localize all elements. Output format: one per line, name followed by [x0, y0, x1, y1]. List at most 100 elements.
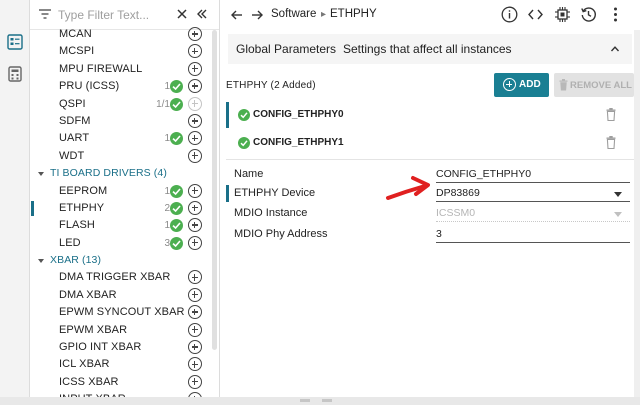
- checkmark-icon: [170, 80, 183, 94]
- filter-input[interactable]: [58, 6, 168, 24]
- horizontal-scrollbar[interactable]: [0, 397, 640, 405]
- history-icon[interactable]: [580, 6, 597, 23]
- tree-item-label: TI BOARD DRIVERS (4): [50, 167, 167, 180]
- add-circle-icon[interactable]: [188, 270, 202, 285]
- main-scrollbar[interactable]: [634, 30, 640, 397]
- top-bar: Software ▸ ETHPHY: [220, 0, 640, 30]
- checkmark-icon: [238, 109, 250, 121]
- select-value: ICSSM0: [436, 207, 476, 219]
- add-circle-icon[interactable]: [188, 322, 202, 337]
- back-arrow-icon[interactable]: [230, 8, 244, 22]
- forward-arrow-icon[interactable]: [250, 8, 264, 22]
- module-tree: MCAN MCSPI MPU FIREWALL PRU (ICSS) 1 QSPI 1/1 S…: [30, 26, 219, 397]
- tree-item[interactable]: WDT: [30, 148, 219, 165]
- calculator-icon[interactable]: [7, 66, 23, 82]
- add-instance-button[interactable]: ADD: [494, 73, 549, 97]
- add-circle-icon[interactable]: [188, 27, 202, 41]
- property-label: Name: [234, 168, 264, 180]
- ethphy-device-select[interactable]: DP83869: [436, 187, 630, 202]
- info-icon[interactable]: [501, 6, 518, 23]
- clear-filter-icon[interactable]: [176, 8, 188, 20]
- scroll-thumb[interactable]: [300, 399, 310, 402]
- tree-item[interactable]: MCAN: [30, 26, 219, 43]
- add-circle-icon[interactable]: [188, 357, 202, 372]
- add-circle-icon[interactable]: [188, 148, 202, 163]
- property-label: ETHPHY Device: [234, 187, 316, 199]
- instance-count: 1: [164, 81, 170, 93]
- add-circle-icon[interactable]: [188, 374, 202, 389]
- add-circle-icon[interactable]: [188, 44, 202, 59]
- add-circle-icon[interactable]: [188, 113, 202, 128]
- global-parameters-header[interactable]: Global Parameters Settings that affect a…: [228, 34, 632, 64]
- breadcrumb-root[interactable]: Software: [271, 8, 316, 20]
- tree-item[interactable]: ETHPHY 2: [30, 200, 219, 217]
- chevron-up-icon[interactable]: [610, 44, 620, 54]
- tree-item-label: MCAN: [59, 28, 92, 40]
- global-parameters-description: Settings that affect all instances: [343, 42, 512, 56]
- add-circle-icon[interactable]: [188, 305, 202, 320]
- tree-item[interactable]: MPU FIREWALL: [30, 61, 219, 78]
- tree-item-label: GPIO INT XBAR: [59, 341, 142, 354]
- tree-item[interactable]: MCSPI: [30, 43, 219, 60]
- select-value: DP83869: [436, 187, 480, 199]
- add-circle-icon[interactable]: [188, 200, 202, 215]
- name-input[interactable]: CONFIG_ETHPHY0: [436, 168, 630, 183]
- instance-count: 3: [164, 237, 170, 249]
- tree-item[interactable]: EPWM XBAR: [30, 322, 219, 339]
- tree-item-label: SDFM: [59, 114, 91, 127]
- tree-item[interactable]: ICL XBAR: [30, 356, 219, 373]
- checkmark-icon: [170, 184, 183, 198]
- breadcrumb-current: ETHPHY: [330, 8, 377, 20]
- add-circle-icon[interactable]: [188, 183, 202, 198]
- add-circle-icon[interactable]: [188, 235, 202, 250]
- tree-item-label: ICL XBAR: [59, 358, 110, 371]
- add-circle-icon[interactable]: [188, 218, 202, 233]
- instances-title: ETHPHY (2 Added): [226, 80, 316, 91]
- tree-item[interactable]: DMA TRIGGER XBAR: [30, 269, 219, 286]
- code-view-icon[interactable]: [527, 6, 544, 23]
- tree-item-label: EPWM SYNCOUT XBAR: [59, 306, 185, 319]
- breadcrumb-separator: ▸: [321, 9, 327, 20]
- remove-all-button[interactable]: REMOVE ALL: [554, 73, 634, 97]
- tree-category[interactable]: XBAR (13): [30, 252, 219, 269]
- tree-item-label: EEPROM: [59, 184, 108, 197]
- collapse-sidebar-icon[interactable]: [196, 8, 208, 20]
- delete-instance-icon[interactable]: [606, 108, 616, 121]
- tree-item[interactable]: DMA XBAR: [30, 287, 219, 304]
- property-label: MDIO Phy Address: [234, 228, 328, 240]
- activity-bar: [0, 0, 30, 397]
- tree-item[interactable]: ICSS XBAR: [30, 374, 219, 391]
- tree-item[interactable]: EEPROM 1: [30, 183, 219, 200]
- property-mdio-instance: MDIO Instance ICSSM0: [226, 205, 634, 222]
- mdio-phy-address-input[interactable]: 3: [436, 228, 630, 243]
- add-circle-icon[interactable]: [188, 79, 202, 94]
- tree-item[interactable]: PRU (ICSS) 1: [30, 78, 219, 95]
- tree-item[interactable]: UART 1: [30, 130, 219, 147]
- add-circle-icon[interactable]: [188, 131, 202, 146]
- tree-item[interactable]: QSPI 1/1: [30, 96, 219, 113]
- caret-down-icon[interactable]: [38, 259, 44, 264]
- more-options-icon[interactable]: [607, 6, 624, 23]
- add-circle-icon[interactable]: [188, 340, 202, 355]
- tree-item-label: PRU (ICSS): [59, 80, 120, 93]
- caret-down-icon[interactable]: [38, 172, 44, 177]
- tree-item[interactable]: GPIO INT XBAR: [30, 339, 219, 356]
- tree-category[interactable]: TI BOARD DRIVERS (4): [30, 165, 219, 182]
- delete-instance-icon[interactable]: [606, 136, 616, 149]
- sidebar-scrollbar[interactable]: [212, 30, 217, 350]
- add-circle-icon[interactable]: [188, 287, 202, 302]
- tree-item-label: EPWM XBAR: [59, 323, 128, 336]
- chip-icon[interactable]: [554, 6, 571, 23]
- checkmark-icon: [238, 137, 250, 149]
- configuration-view-icon[interactable]: [7, 34, 23, 50]
- instance-row[interactable]: CONFIG_ETHPHY1: [226, 130, 632, 156]
- scroll-thumb[interactable]: [322, 399, 332, 402]
- tree-item[interactable]: LED 3: [30, 235, 219, 252]
- property-mdio-phy-address: MDIO Phy Address 3: [226, 226, 634, 243]
- add-circle-icon[interactable]: [188, 61, 202, 76]
- tree-item[interactable]: FLASH 1: [30, 217, 219, 234]
- tree-item-label: WDT: [59, 149, 85, 162]
- tree-item[interactable]: EPWM SYNCOUT XBAR: [30, 304, 219, 321]
- tree-item[interactable]: SDFM: [30, 113, 219, 130]
- instance-row[interactable]: CONFIG_ETHPHY0: [226, 102, 632, 128]
